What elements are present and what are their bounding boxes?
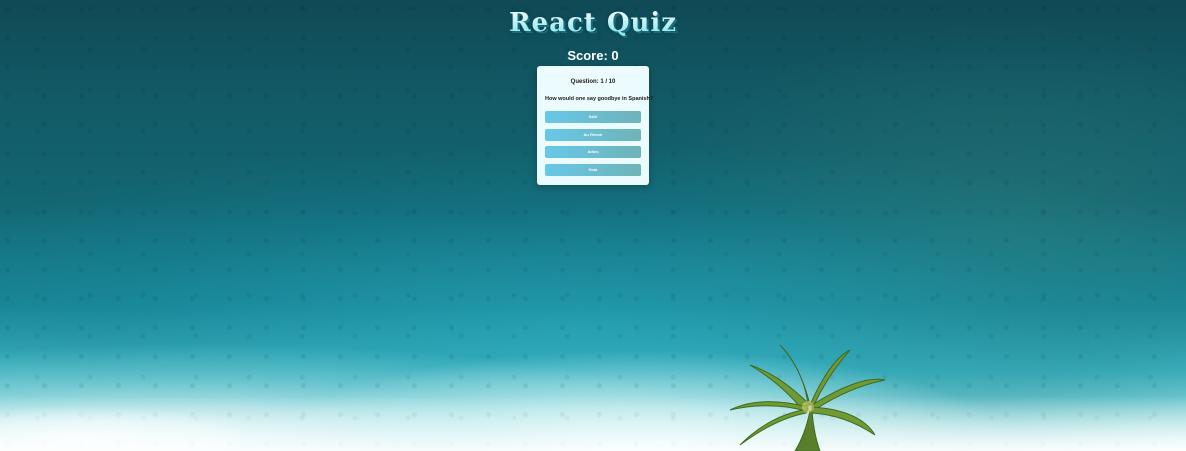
answer-button-2[interactable]: Au Revoir <box>545 128 641 141</box>
question-counter: Question: 1 / 10 <box>570 79 616 85</box>
question-card: Question: 1 / 10 How would one say goodb… <box>537 66 654 185</box>
answer-button-4[interactable]: Hola <box>545 163 641 176</box>
shore-foam <box>0 398 240 451</box>
question-text: How would one say goodbye in Spanish? <box>545 96 654 102</box>
beach-shore <box>0 396 1186 451</box>
app-title: React Quiz <box>0 8 1186 38</box>
answer-button-1[interactable]: Salir <box>545 111 641 123</box>
answer-button-3[interactable]: Adiós <box>545 146 641 158</box>
score-display: Score: 0 <box>567 48 619 63</box>
answer-list: Salir Au Revoir Adiós Hola <box>545 111 641 176</box>
palm-tree-image <box>729 344 886 451</box>
